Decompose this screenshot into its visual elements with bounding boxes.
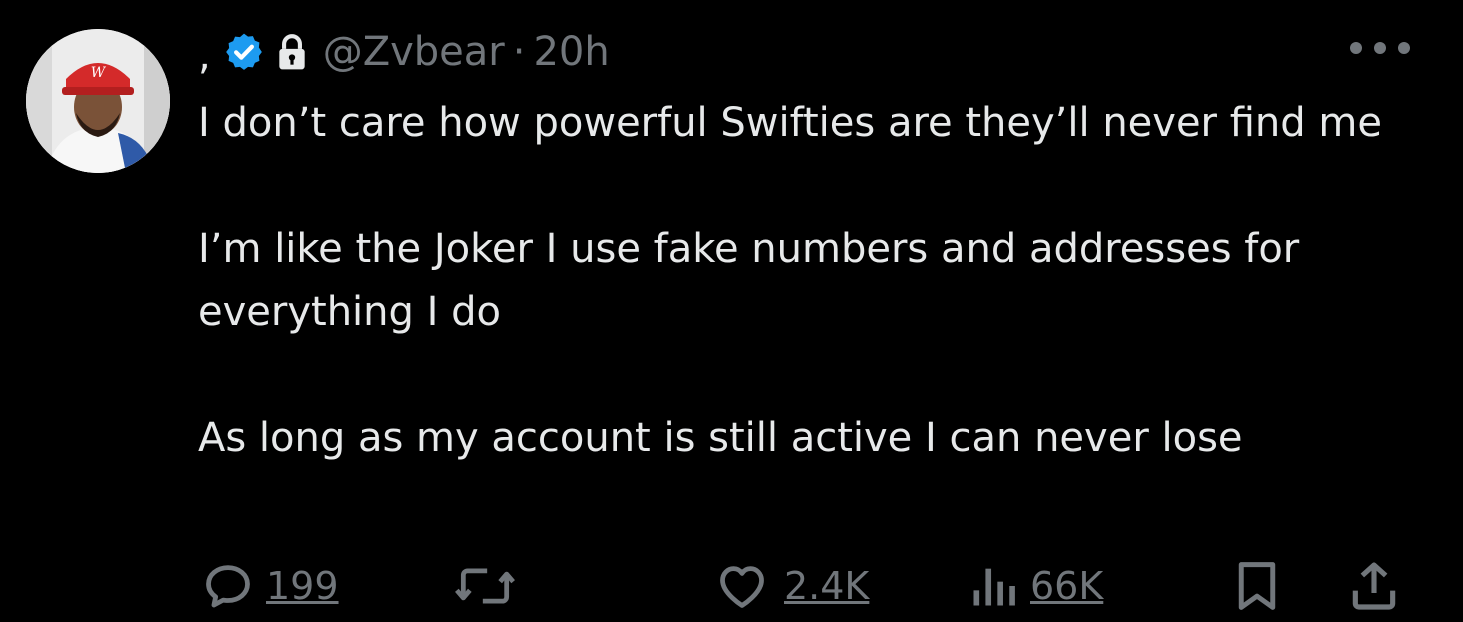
svg-text:W: W: [91, 65, 107, 81]
separator-dot: ·: [512, 29, 526, 75]
verified-badge-icon[interactable]: [223, 31, 265, 73]
timestamp[interactable]: 20h: [533, 29, 609, 75]
tweet-paragraph: I don’t care how powerful Swifties are t…: [198, 100, 1382, 146]
retweet-button[interactable]: [454, 556, 516, 616]
bookmark-button[interactable]: [1232, 556, 1282, 616]
tweet-paragraph: As long as my account is still active I …: [198, 415, 1243, 461]
more-dot: [1350, 42, 1362, 54]
tweet: W , @Zvbear · 20h I don’t care how power…: [0, 0, 1463, 622]
more-dot: [1374, 42, 1386, 54]
bookmark-icon: [1238, 562, 1276, 610]
display-name[interactable]: ,: [198, 36, 211, 76]
heart-icon: [720, 566, 764, 608]
tweet-paragraph: I’m like the Joker I use fake numbers an…: [198, 226, 1300, 335]
user-handle[interactable]: @Zvbear: [323, 29, 505, 75]
reply-count: 199: [266, 564, 339, 608]
views-icon: [973, 568, 1015, 606]
avatar[interactable]: W: [26, 29, 170, 173]
views-count: 66K: [1030, 564, 1104, 608]
tweet-actions: 199 2.4K 66K: [198, 556, 1428, 616]
reply-icon: [206, 565, 250, 608]
like-button[interactable]: 2.4K: [712, 556, 869, 616]
like-count: 2.4K: [784, 564, 870, 608]
lock-icon: [279, 34, 305, 70]
tweet-text: I don’t care how powerful Swifties are t…: [198, 92, 1398, 470]
views-button[interactable]: 66K: [968, 556, 1103, 616]
retweet-icon: [455, 568, 515, 604]
tweet-header: , @Zvbear · 20h: [198, 28, 610, 76]
more-dot: [1398, 42, 1410, 54]
share-button[interactable]: [1346, 556, 1402, 616]
share-icon: [1352, 562, 1396, 610]
avatar-photo: W: [26, 29, 170, 173]
reply-button[interactable]: 199: [202, 556, 339, 616]
more-options-icon[interactable]: [1350, 36, 1410, 60]
